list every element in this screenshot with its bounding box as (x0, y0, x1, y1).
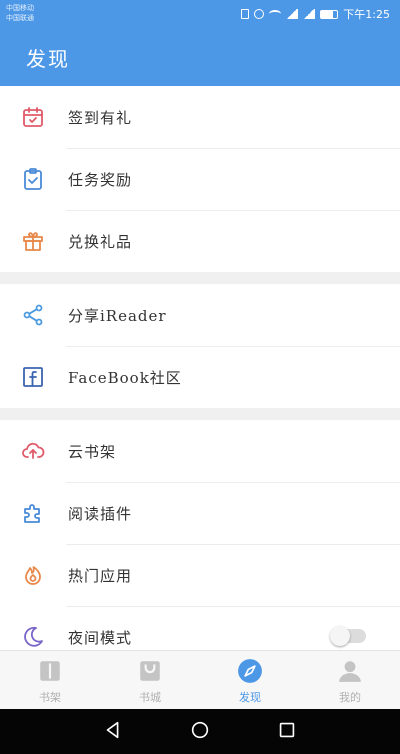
menu-item-hot-apps[interactable]: 热门应用 (0, 544, 400, 606)
status-time: 下午1:25 (343, 8, 390, 21)
facebook-icon (20, 364, 46, 390)
compass-icon (236, 657, 264, 685)
menu-item-plugins[interactable]: 阅读插件 (0, 482, 400, 544)
menu-item-label: 热门应用 (68, 566, 133, 585)
signal-icon (286, 9, 299, 19)
menu-item-label: 签到有礼 (68, 108, 133, 127)
menu-item-facebook[interactable]: FaceBook社区 (0, 346, 400, 408)
menu-item-label: FaceBook社区 (68, 368, 182, 387)
menu-item-share[interactable]: 分享iReader (0, 284, 400, 346)
carrier-label-2: 中国联通 (6, 14, 34, 22)
carrier-label-1: 中国移动 (6, 4, 34, 12)
menu-item-label: 云书架 (68, 442, 117, 461)
menu-item-checkin[interactable]: 签到有礼 (0, 86, 400, 148)
menu-item-label: 阅读插件 (68, 504, 133, 523)
book-icon (36, 657, 64, 685)
bottom-tab-bar: 书架 书城 发现 我的 (0, 650, 400, 709)
toggle-knob (330, 626, 350, 646)
tab-bookstore[interactable]: 书城 (100, 651, 200, 709)
menu-item-label: 夜间模式 (68, 628, 133, 647)
list-group-tools: 云书架 阅读插件 热门应用 夜间模式 (0, 420, 400, 668)
calendar-check-icon (20, 104, 46, 130)
status-bar: 中国移动 中国联通 下午1:25 (0, 0, 400, 28)
tab-label: 书架 (39, 691, 61, 704)
gift-icon (20, 228, 46, 254)
wifi-icon (269, 10, 282, 18)
vibrate-icon (241, 9, 250, 19)
list-group-social: 分享iReader FaceBook社区 (0, 284, 400, 408)
fire-app-icon (20, 562, 46, 588)
tab-mine[interactable]: 我的 (300, 651, 400, 709)
tab-bookshelf[interactable]: 书架 (0, 651, 100, 709)
cloud-upload-icon (20, 438, 46, 464)
tab-discover[interactable]: 发现 (200, 651, 300, 709)
discover-list: 签到有礼 任务奖励 兑换礼品 分享iReader FaceBook社区 云书架 … (0, 86, 400, 668)
menu-item-label: 分享iReader (68, 306, 167, 325)
menu-item-label: 兑换礼品 (68, 232, 133, 251)
tab-label: 发现 (239, 691, 261, 704)
puzzle-icon (20, 500, 46, 526)
tab-label: 我的 (339, 691, 361, 704)
list-group-rewards: 签到有礼 任务奖励 兑换礼品 (0, 86, 400, 272)
battery-icon (320, 9, 339, 19)
moon-icon (20, 624, 46, 650)
alarm-icon (254, 9, 265, 19)
section-divider (0, 272, 400, 284)
tab-label: 书城 (139, 691, 161, 704)
section-divider (0, 408, 400, 420)
store-bag-icon (136, 657, 164, 685)
menu-item-label: 任务奖励 (68, 170, 133, 189)
page-title: 发现 (26, 47, 70, 71)
app-header: 发现 (0, 28, 400, 86)
menu-item-redeem[interactable]: 兑换礼品 (0, 210, 400, 272)
home-icon[interactable] (189, 719, 211, 745)
signal-icon-2 (303, 9, 316, 19)
person-icon (336, 657, 364, 685)
back-icon[interactable] (102, 719, 124, 745)
clipboard-check-icon (20, 166, 46, 192)
night-mode-toggle[interactable] (330, 626, 366, 646)
menu-item-cloud-shelf[interactable]: 云书架 (0, 420, 400, 482)
system-nav-bar (0, 709, 400, 754)
recents-icon[interactable] (276, 719, 298, 745)
share-icon (20, 302, 46, 328)
menu-item-tasks[interactable]: 任务奖励 (0, 148, 400, 210)
